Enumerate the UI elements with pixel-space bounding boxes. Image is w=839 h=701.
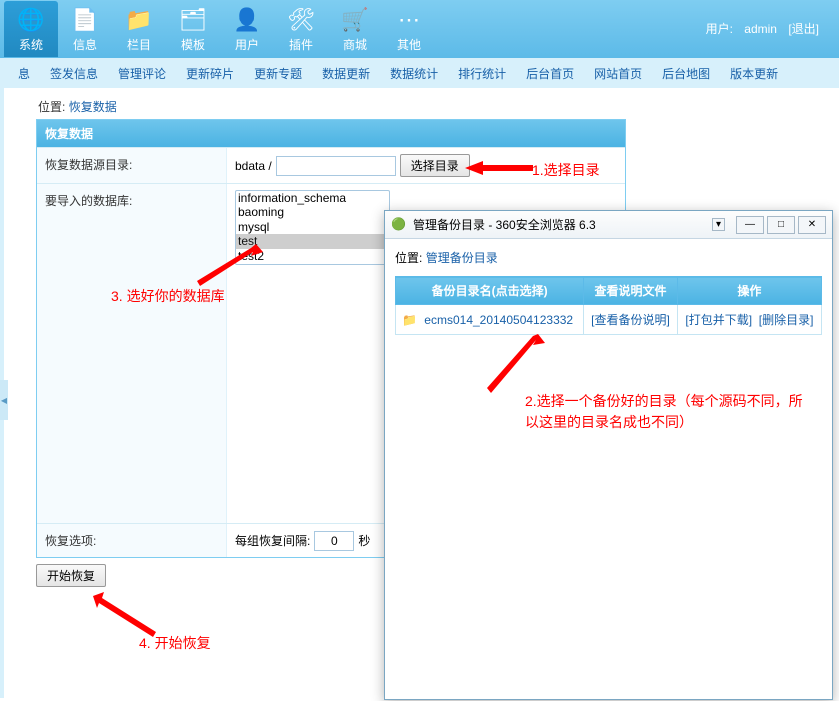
col-ops: 操作 — [677, 277, 821, 305]
nav-plugin[interactable]: 🛠插件 — [274, 1, 328, 57]
annotation-1: 1.选择目录 — [532, 160, 600, 180]
top-navbar: 🌐系统 📄信息 📁栏目 🗂模板 👤用户 🛠插件 🛒商城 ⋯其他 用户: admi… — [0, 0, 839, 58]
cart-icon: 🛒 — [341, 6, 369, 34]
submenu-item[interactable]: 版本更新 — [730, 65, 778, 82]
nav-shop[interactable]: 🛒商城 — [328, 1, 382, 57]
backup-dir-link[interactable]: ecms014_20140504123332 — [424, 313, 573, 327]
user-prefix: 用户: — [706, 22, 733, 36]
nav-system[interactable]: 🌐系统 — [4, 1, 58, 57]
submenu-bar: 息 签发信息 管理评论 更新碎片 更新专题 数据更新 数据统计 排行统计 后台首… — [0, 58, 839, 88]
popup-titlebar[interactable]: 🟢 管理备份目录 - 360安全浏览器 6.3 ▾ — □ ✕ — [385, 211, 832, 239]
source-label: 恢复数据源目录: — [37, 148, 227, 183]
pack-download-link[interactable]: [打包并下载] — [685, 313, 752, 327]
db-option[interactable]: information_schema — [236, 191, 389, 205]
view-readme-link[interactable]: [查看备份说明] — [591, 313, 670, 327]
nav-other[interactable]: ⋯其他 — [382, 1, 436, 57]
interval-input[interactable] — [314, 531, 354, 551]
maximize-button[interactable]: □ — [767, 216, 795, 234]
col-dirname: 备份目录名(点击选择) — [396, 277, 584, 305]
user-name-link[interactable]: admin — [744, 22, 777, 36]
folder-icon: 📁 — [125, 6, 153, 34]
arrow-icon — [465, 158, 535, 178]
submenu-item[interactable]: 管理评论 — [118, 65, 166, 82]
nav-column[interactable]: 📁栏目 — [112, 1, 166, 57]
submenu-item[interactable]: 更新专题 — [254, 65, 302, 82]
user-icon: 👤 — [233, 6, 261, 34]
minimize-button[interactable]: — — [736, 216, 764, 234]
table-row: 📁 ecms014_20140504123332 [查看备份说明] [打包并下载… — [396, 305, 822, 335]
submenu-item[interactable]: 排行统计 — [458, 65, 506, 82]
arrow-icon — [90, 590, 160, 640]
submenu-item[interactable]: 后台地图 — [662, 65, 710, 82]
browser-icon: 🟢 — [391, 217, 407, 233]
source-prefix: bdata / — [235, 159, 272, 173]
logout-link[interactable]: [退出] — [788, 22, 819, 36]
submenu-item[interactable]: 数据更新 — [322, 65, 370, 82]
globe-icon: 🌐 — [17, 6, 45, 34]
folder-icon: 📁 — [402, 313, 417, 327]
panel-title: 恢复数据 — [37, 120, 625, 147]
col-readme: 查看说明文件 — [584, 277, 678, 305]
resize-handle[interactable]: ◀ — [0, 380, 8, 420]
submenu-item[interactable]: 息 — [18, 65, 30, 82]
interval-unit: 秒 — [358, 532, 370, 549]
choose-dir-button[interactable]: 选择目录 — [400, 154, 470, 177]
submenu-item[interactable]: 数据统计 — [390, 65, 438, 82]
nav-user[interactable]: 👤用户 — [220, 1, 274, 57]
nav-info[interactable]: 📄信息 — [58, 1, 112, 57]
submenu-item[interactable]: 网站首页 — [594, 65, 642, 82]
close-button[interactable]: ✕ — [798, 216, 826, 234]
user-area: 用户: admin [退出] — [706, 20, 819, 37]
breadcrumb-link[interactable]: 恢复数据 — [69, 100, 117, 114]
popup-breadcrumb-link[interactable]: 管理备份目录 — [426, 251, 498, 265]
backup-table: 备份目录名(点击选择) 查看说明文件 操作 📁 ecms014_20140504… — [395, 276, 822, 335]
nav-template[interactable]: 🗂模板 — [166, 1, 220, 57]
annotation-2: 2.选择一个备份好的目录（每个源码不同，所以这里的目录名成也不同） — [525, 391, 805, 433]
submenu-item[interactable]: 后台首页 — [526, 65, 574, 82]
backup-dir-popup: 🟢 管理备份目录 - 360安全浏览器 6.3 ▾ — □ ✕ 位置: 管理备份… — [384, 210, 833, 700]
source-dir-input[interactable] — [276, 156, 396, 176]
restore-options-label: 恢复选项: — [37, 524, 227, 557]
popup-title: 管理备份目录 - 360安全浏览器 6.3 — [413, 216, 596, 233]
import-db-label: 要导入的数据库: — [37, 184, 227, 523]
submenu-item[interactable]: 签发信息 — [50, 65, 98, 82]
db-option[interactable]: baoming — [236, 205, 389, 219]
arrow-icon — [194, 242, 264, 292]
document-icon: 📄 — [71, 6, 99, 34]
db-option[interactable]: mysql — [236, 220, 389, 234]
breadcrumb: 位置: 恢复数据 — [0, 88, 839, 119]
template-icon: 🗂 — [179, 6, 207, 34]
table-header-row: 备份目录名(点击选择) 查看说明文件 操作 — [396, 277, 822, 305]
interval-label: 每组恢复间隔: — [235, 532, 310, 549]
dropdown-icon[interactable]: ▾ — [712, 218, 725, 231]
submenu-item[interactable]: 更新碎片 — [186, 65, 234, 82]
delete-dir-link[interactable]: [删除目录] — [759, 313, 814, 327]
more-icon: ⋯ — [395, 6, 423, 34]
plugin-icon: 🛠 — [287, 6, 315, 34]
start-restore-button[interactable]: 开始恢复 — [36, 564, 106, 587]
popup-breadcrumb: 位置: 管理备份目录 — [385, 239, 832, 276]
